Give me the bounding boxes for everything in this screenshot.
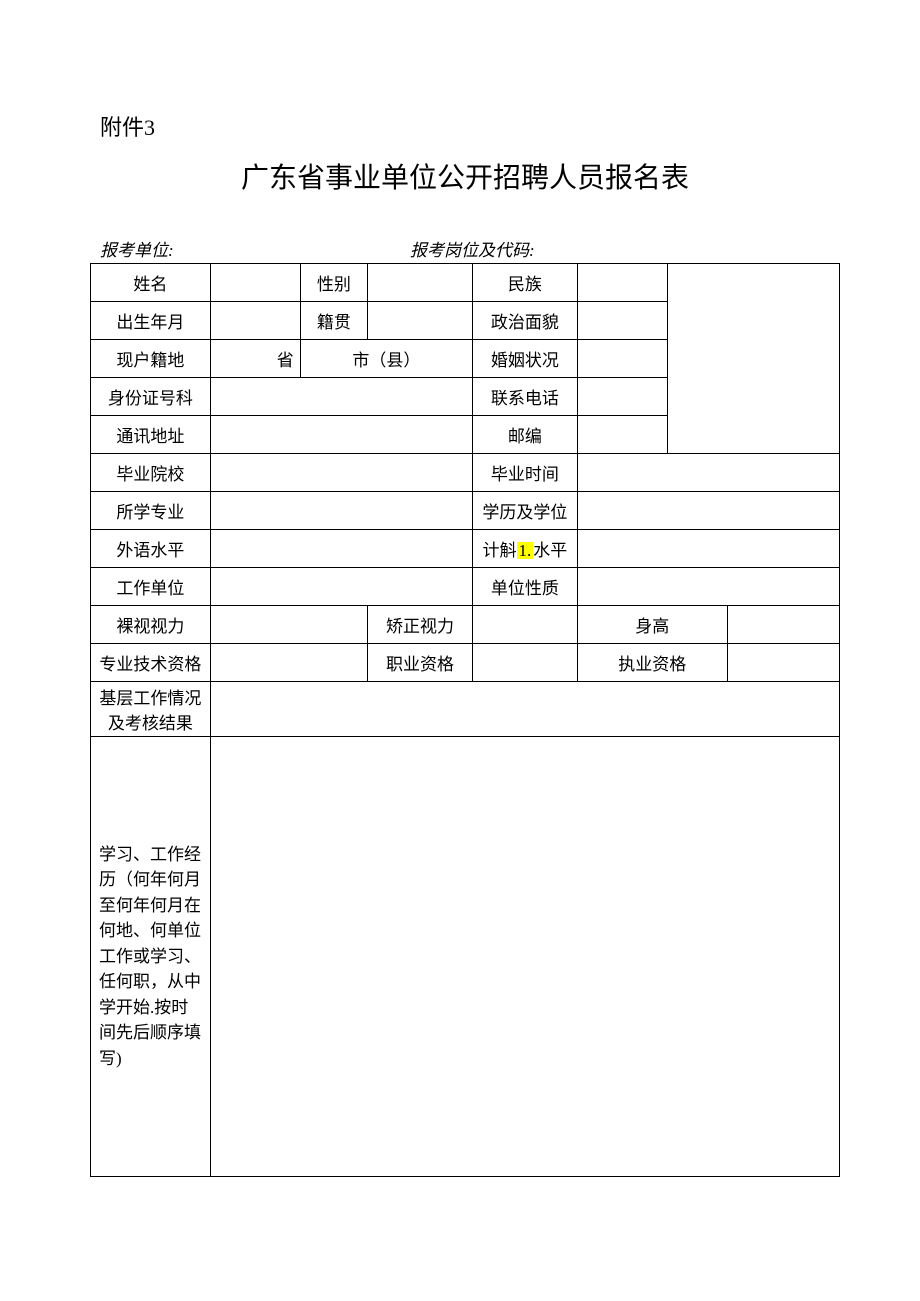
naked-value[interactable] [210, 606, 367, 644]
school-label: 毕业院校 [91, 454, 211, 492]
native-value[interactable] [368, 302, 473, 340]
phone-value[interactable] [577, 378, 667, 416]
grassroots-label: 基层工作情况及考核结果 [91, 682, 211, 737]
unittype-value[interactable] [577, 568, 839, 606]
exam-position-label: 报考岗位及代码: [410, 241, 535, 260]
practice-label: 执业资格 [577, 644, 727, 682]
degree-label: 学历及学位 [472, 492, 577, 530]
foreign-value[interactable] [210, 530, 472, 568]
corrected-value[interactable] [472, 606, 577, 644]
practice-value[interactable] [727, 644, 839, 682]
name-value[interactable] [210, 264, 300, 302]
naked-label: 裸视视力 [91, 606, 211, 644]
photo-area[interactable] [667, 264, 839, 454]
zip-label: 邮编 [472, 416, 577, 454]
workunit-value[interactable] [210, 568, 472, 606]
height-label: 身高 [577, 606, 727, 644]
birth-value[interactable] [210, 302, 300, 340]
id-value[interactable] [210, 378, 472, 416]
form-title: 广东省事业单位公开招聘人员报名表 [90, 156, 840, 196]
zip-value[interactable] [577, 416, 667, 454]
height-value[interactable] [727, 606, 839, 644]
birth-label: 出生年月 [91, 302, 211, 340]
phone-label: 联系电话 [472, 378, 577, 416]
political-label: 政治面貌 [472, 302, 577, 340]
attachment-label: 附件3 [100, 110, 840, 142]
highlight-1: 1. [517, 542, 534, 559]
marital-value[interactable] [577, 340, 667, 378]
degree-value[interactable] [577, 492, 839, 530]
experience-label: 学习、工作经历（何年何月至何年何月在何地、何单位工作或学习、任何职，从中学开始.… [91, 737, 211, 1177]
foreign-label: 外语水平 [91, 530, 211, 568]
gradtime-label: 毕业时间 [472, 454, 577, 492]
workunit-label: 工作单位 [91, 568, 211, 606]
gender-value[interactable] [368, 264, 473, 302]
unittype-label: 单位性质 [472, 568, 577, 606]
gender-label: 性别 [300, 264, 367, 302]
major-value[interactable] [210, 492, 472, 530]
school-value[interactable] [210, 454, 472, 492]
city-cell[interactable]: 市（县） [300, 340, 472, 378]
experience-value[interactable] [210, 737, 839, 1177]
exam-unit-label: 报考单位: [100, 241, 174, 260]
addr-value[interactable] [210, 416, 472, 454]
gradtime-value[interactable] [577, 454, 839, 492]
computer-value[interactable] [577, 530, 839, 568]
vocation-label: 职业资格 [368, 644, 473, 682]
registration-form-table: 姓名 性别 民族 出生年月 籍贯 政治面貌 现户籍地 省 市（县） 婚姻状况 身… [90, 263, 840, 1177]
province-cell[interactable]: 省 [210, 340, 300, 378]
computer-label: 计斛1.水平 [472, 530, 577, 568]
ethnicity-value[interactable] [577, 264, 667, 302]
id-label: 身份证号科 [91, 378, 211, 416]
addr-label: 通讯地址 [91, 416, 211, 454]
native-label: 籍贯 [300, 302, 367, 340]
ethnicity-label: 民族 [472, 264, 577, 302]
protech-value[interactable] [210, 644, 367, 682]
grassroots-value[interactable] [210, 682, 839, 737]
protech-label: 专业技术资格 [91, 644, 211, 682]
header-row: 报考单位: 报考岗位及代码: [90, 236, 840, 261]
major-label: 所学专业 [91, 492, 211, 530]
huji-label: 现户籍地 [91, 340, 211, 378]
corrected-label: 矫正视力 [368, 606, 473, 644]
marital-label: 婚姻状况 [472, 340, 577, 378]
political-value[interactable] [577, 302, 667, 340]
vocation-value[interactable] [472, 644, 577, 682]
name-label: 姓名 [91, 264, 211, 302]
